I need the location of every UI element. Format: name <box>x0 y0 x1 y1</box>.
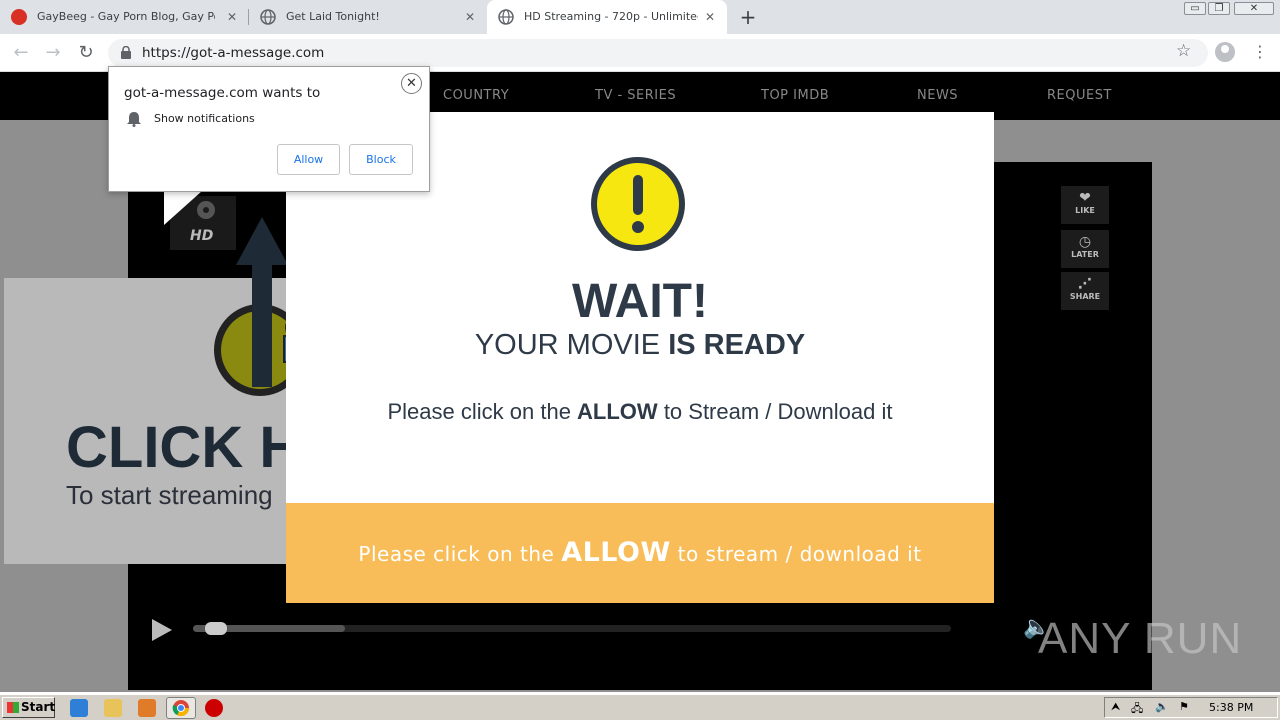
tab-title: GayBeeg - Gay Porn Blog, Gay Porn Videos <box>37 10 215 23</box>
background-headline: CLICK H <box>66 415 294 480</box>
tray-expand-icon[interactable]: ⮝ <box>1111 700 1120 714</box>
bookmark-star-icon[interactable]: ☆ <box>1176 41 1191 61</box>
banner-suffix: to stream / download it <box>670 542 922 566</box>
notification-prompt-tail <box>164 191 202 225</box>
heart-icon: ❤ <box>1079 190 1091 206</box>
allow-button[interactable]: Allow <box>277 144 340 175</box>
profile-avatar-icon[interactable] <box>1215 42 1235 62</box>
minimize-icon[interactable]: ▭ <box>1184 2 1206 15</box>
up-arrow-icon <box>236 217 288 387</box>
share-icon: ⋰ <box>1078 276 1092 292</box>
progress-track[interactable] <box>193 622 951 635</box>
hd-label: HD <box>190 228 214 244</box>
start-label: Start <box>21 700 56 714</box>
globe-icon <box>260 9 276 25</box>
url-text[interactable]: https://got-a-message.com <box>142 45 324 61</box>
nav-top-imdb[interactable]: TOP IMDB <box>761 88 829 103</box>
tab-title: Get Laid Tonight! <box>286 10 380 23</box>
share-label: SHARE <box>1069 292 1101 301</box>
modal-ready-line: YOUR MOVIE IS READY <box>286 329 994 362</box>
menu-kebab-icon[interactable]: ⋮ <box>1252 42 1268 61</box>
system-tray: ⮝ 🖧 🔈 ⚑ 5:38 PM <box>1104 697 1278 718</box>
network-icon[interactable]: 🖧 <box>1131 700 1143 719</box>
restore-icon[interactable]: ❐ <box>1208 2 1230 15</box>
banner-bold: ALLOW <box>561 537 671 568</box>
ready-bold: IS READY <box>668 329 806 361</box>
globe-icon <box>498 9 514 25</box>
clock-icon: ◷ <box>1078 234 1092 250</box>
anyrun-watermark: ANY RUN <box>1038 614 1243 663</box>
player-controls: 🔈 <box>128 602 1152 652</box>
like-label: LIKE <box>1075 206 1095 215</box>
banner-prefix: Please click on the <box>358 542 562 566</box>
like-button[interactable]: ❤ LIKE <box>1061 186 1109 224</box>
instruction-prefix: Please click on the <box>387 399 578 424</box>
instruction-bold: ALLOW <box>577 399 658 424</box>
banner-text: Please click on the ALLOW to stream / do… <box>286 537 994 568</box>
close-icon[interactable]: ✕ <box>462 9 478 25</box>
prompt-permission: Show notifications <box>154 112 255 125</box>
notification-permission-prompt: got-a-message.com wants to Show notifica… <box>108 66 430 192</box>
clock[interactable]: 5:38 PM <box>1209 701 1253 714</box>
nav-tv-series[interactable]: TV - SERIES <box>595 88 676 103</box>
allow-banner[interactable]: Please click on the ALLOW to stream / do… <box>286 503 994 603</box>
share-button[interactable]: ⋰ SHARE <box>1061 272 1109 310</box>
windows-taskbar: Start ⮝ 🖧 🔈 ⚑ 5:38 PM <box>0 694 1280 720</box>
ie-icon[interactable] <box>70 699 88 717</box>
tab-hd-streaming[interactable]: HD Streaming - 720p - Unlimited Download… <box>487 0 727 34</box>
nav-news[interactable]: NEWS <box>917 88 958 103</box>
exclamation-warning-icon <box>591 157 685 251</box>
modal-title: WAIT! <box>572 275 708 328</box>
new-tab-button[interactable]: + <box>738 7 758 27</box>
folder-icon[interactable] <box>104 699 122 717</box>
bell-icon <box>127 112 141 127</box>
later-label: LATER <box>1071 250 1099 259</box>
instruction-suffix: to Stream / Download it <box>657 399 893 424</box>
tab-title: HD Streaming - 720p - Unlimited Download… <box>524 10 698 23</box>
windows-flag-icon <box>7 702 19 713</box>
tab-gaybeeg[interactable]: GayBeeg - Gay Porn Blog, Gay Porn Videos… <box>0 0 248 34</box>
stop-icon[interactable] <box>205 699 223 717</box>
reload-icon[interactable]: ↻ <box>74 41 98 65</box>
later-button[interactable]: ◷ LATER <box>1061 230 1109 268</box>
speaker-icon[interactable]: 🔈 <box>1155 700 1169 713</box>
ready-prefix: YOUR MOVIE <box>474 329 669 361</box>
forward-icon[interactable]: → <box>41 41 65 65</box>
lock-icon[interactable] <box>120 46 132 59</box>
background-subline: To start streaming <box>66 480 273 510</box>
start-button[interactable]: Start <box>2 697 55 718</box>
back-icon[interactable]: ← <box>9 41 33 65</box>
play-icon[interactable] <box>152 619 172 641</box>
tab-strip: GayBeeg - Gay Porn Blog, Gay Porn Videos… <box>0 0 1280 34</box>
nav-country[interactable]: COUNTRY <box>443 88 509 103</box>
progress-thumb[interactable] <box>205 622 227 635</box>
gaybeeg-favicon-icon <box>11 9 27 25</box>
close-icon[interactable]: ✕ <box>224 9 240 25</box>
address-bar[interactable]: https://got-a-message.com <box>108 39 1208 67</box>
block-button[interactable]: Block <box>349 144 413 175</box>
prompt-close-button[interactable]: ✕ <box>401 73 422 94</box>
modal-instruction: Please click on the ALLOW to Stream / Do… <box>286 399 994 425</box>
media-player-icon[interactable] <box>138 699 156 717</box>
close-icon[interactable]: ✕ <box>702 9 718 25</box>
chrome-icon <box>172 700 190 717</box>
flag-icon[interactable]: ⚑ <box>1179 700 1189 713</box>
tab-get-laid[interactable]: Get Laid Tonight! ✕ <box>249 0 487 34</box>
prompt-title: got-a-message.com wants to <box>124 85 321 101</box>
window-close-icon[interactable]: ✕ <box>1234 2 1274 15</box>
nav-request[interactable]: REQUEST <box>1047 88 1112 103</box>
chrome-taskbar-button[interactable] <box>166 697 196 719</box>
